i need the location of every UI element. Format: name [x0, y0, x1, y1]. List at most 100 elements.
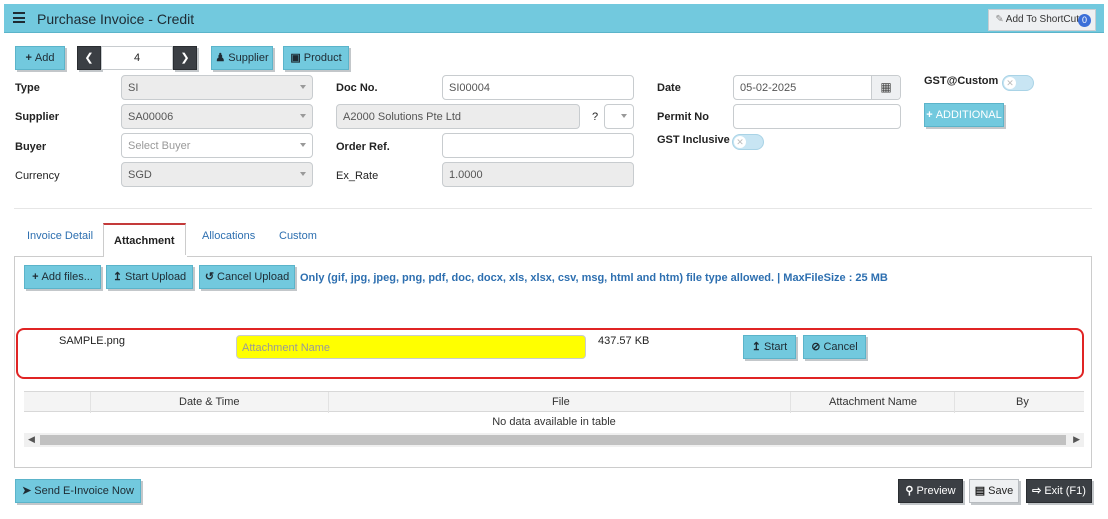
add-files-label: Add files... [41, 271, 93, 283]
gst-custom-label: GST@Custom [924, 75, 999, 87]
caret-down-icon [621, 114, 627, 118]
permit-label: Permit No [657, 111, 709, 123]
attachment-name-input[interactable]: Attachment Name [236, 335, 586, 359]
record-number-input[interactable]: 4 [101, 46, 173, 70]
permit-input[interactable] [733, 104, 901, 129]
tab-allocations[interactable]: Allocations [202, 230, 255, 242]
attachments-table-header: Date & Time File Attachment Name By [24, 391, 1084, 413]
toggle-off-icon: ✕ [734, 136, 746, 148]
type-select[interactable]: SI [121, 75, 313, 100]
shortcut-count-badge: 0 [1078, 14, 1091, 27]
column-separator [954, 392, 955, 413]
date-label: Date [657, 82, 681, 94]
gst-custom-toggle[interactable]: ✕ [1002, 75, 1034, 91]
add-button[interactable]: + Add [15, 46, 65, 70]
upload-file-size: 437.57 KB [598, 335, 650, 347]
supplier-button-label: Supplier [228, 52, 269, 64]
active-tab-gap [104, 255, 187, 257]
upload-icon: ↥ [751, 341, 761, 353]
send-einvoice-label: Send E-Invoice Now [34, 485, 134, 497]
column-separator [790, 392, 791, 413]
start-upload-button[interactable]: ↥ Start Upload [106, 265, 193, 289]
col-date-time[interactable]: Date & Time [179, 396, 240, 408]
add-to-shortcut-button[interactable]: ✎ Add To ShortCut 0 [988, 9, 1096, 31]
col-attachment-name[interactable]: Attachment Name [829, 396, 917, 408]
plus-icon: + [926, 109, 933, 121]
start-label: Start [763, 341, 788, 353]
sign-out-icon: ⇨ [1032, 485, 1042, 497]
scroll-right-icon[interactable]: ▶ [1073, 434, 1080, 445]
allowed-types-text: Only (gif, jpg, jpeg, png, pdf, doc, doc… [300, 272, 888, 284]
add-label: Add [34, 52, 55, 64]
gst-inclusive-toggle[interactable]: ✕ [732, 134, 764, 150]
floppy-icon: ▤ [974, 485, 986, 497]
plus-icon: + [32, 271, 39, 283]
tab-custom[interactable]: Custom [279, 230, 317, 242]
cancel-upload-button[interactable]: ↺ Cancel Upload [199, 265, 295, 289]
scroll-left-icon[interactable]: ◀ [28, 434, 35, 445]
next-record-button[interactable]: ❯ [173, 46, 197, 70]
exit-label: Exit (F1) [1044, 485, 1086, 497]
chevron-left-icon: ❮ [84, 52, 94, 64]
supplier-button[interactable]: ♟ Supplier [211, 46, 273, 70]
start-button[interactable]: ↥ Start [743, 335, 796, 359]
prev-record-button[interactable]: ❮ [77, 46, 101, 70]
gst-inclusive-label: GST Inclusive [657, 134, 730, 146]
save-button[interactable]: ▤ Save [969, 479, 1019, 503]
supplier-select[interactable]: SA00006 [121, 104, 313, 129]
preview-label: Preview [916, 485, 956, 497]
caret-down-icon [300, 143, 306, 147]
chevron-right-icon: ❯ [180, 52, 190, 64]
orderref-label: Order Ref. [336, 141, 390, 153]
search-icon: ⚲ [905, 485, 914, 497]
user-icon: ♟ [215, 52, 226, 64]
caret-down-icon [300, 114, 306, 118]
page-title: Purchase Invoice - Credit [37, 11, 195, 27]
upload-icon: ↥ [112, 271, 123, 283]
send-einvoice-button[interactable]: ➤ Send E-Invoice Now [15, 479, 141, 503]
docno-label: Doc No. [336, 82, 378, 94]
calendar-icon[interactable]: ▦ [871, 76, 900, 99]
cancel-upload-label: Cancel Upload [217, 271, 290, 283]
paper-plane-icon: ➤ [22, 485, 32, 497]
product-button[interactable]: ▣ Product [283, 46, 349, 70]
product-button-label: Product [303, 52, 342, 64]
table-horizontal-scrollbar[interactable]: ◀ ▶ [24, 433, 1084, 447]
supplier-value: SA00006 [128, 111, 174, 123]
pin-icon: ✎ [995, 14, 1004, 25]
exrate-input[interactable]: 1.0000 [442, 162, 634, 187]
preview-button[interactable]: ⚲ Preview [898, 479, 963, 503]
column-separator [328, 392, 329, 413]
docno-input[interactable]: SI00004 [442, 75, 634, 100]
col-by[interactable]: By [1016, 396, 1029, 408]
exit-button[interactable]: ⇨ Exit (F1) [1026, 479, 1092, 503]
supplier-extra-select[interactable] [604, 104, 634, 129]
add-files-button[interactable]: + Add files... [24, 265, 101, 289]
gift-icon: ▣ [290, 52, 301, 64]
section-divider [14, 208, 1092, 209]
buyer-select[interactable]: Select Buyer [121, 133, 313, 158]
tab-invoice-detail[interactable]: Invoice Detail [27, 230, 93, 242]
buyer-label: Buyer [15, 141, 47, 153]
toggle-off-icon: ✕ [1004, 77, 1016, 89]
save-label: Save [988, 485, 1014, 497]
caret-down-icon [300, 172, 306, 176]
additional-button[interactable]: + ADDITIONAL [924, 103, 1004, 127]
type-value: SI [128, 82, 139, 94]
shortcut-label: Add To ShortCut [1005, 14, 1079, 25]
upload-file-name: SAMPLE.png [59, 335, 126, 347]
orderref-input[interactable] [442, 133, 634, 158]
plus-icon: + [25, 52, 32, 64]
cancel-button[interactable]: ⊘ Cancel [803, 335, 866, 359]
menu-icon[interactable] [13, 12, 25, 23]
currency-select[interactable]: SGD [121, 162, 313, 187]
caret-down-icon [300, 85, 306, 89]
supplier-name-input: A2000 Solutions Pte Ltd [336, 104, 580, 129]
type-label: Type [15, 82, 40, 94]
col-file[interactable]: File [552, 396, 570, 408]
tab-attachment[interactable]: Attachment [103, 223, 186, 257]
scrollbar-thumb[interactable] [40, 435, 1066, 445]
currency-value: SGD [128, 169, 152, 181]
currency-label: Currency [15, 170, 60, 182]
exrate-label: Ex_Rate [336, 170, 379, 182]
